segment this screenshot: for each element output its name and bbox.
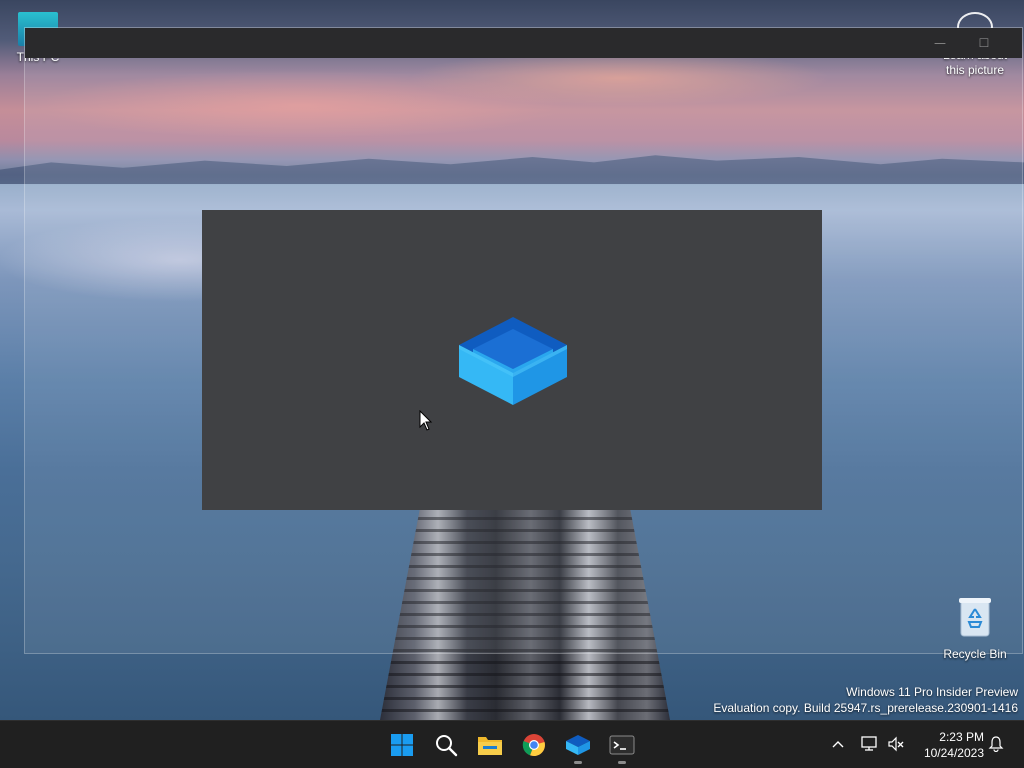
search-icon (436, 735, 458, 757)
maximize-button[interactable]: ☐ (974, 33, 994, 53)
clock-time: 2:23 PM (939, 730, 984, 744)
desktop-icon-recycle-bin[interactable]: Recycle Bin (938, 596, 1012, 661)
terminal-icon (609, 735, 635, 755)
start-button[interactable] (386, 729, 418, 761)
running-indicator (618, 761, 626, 764)
bell-icon (988, 736, 1004, 752)
network-button[interactable] (860, 733, 880, 755)
box-app-button[interactable] (562, 729, 594, 764)
search-button[interactable] (430, 729, 462, 761)
recycle-bin-icon (959, 598, 991, 637)
watermark-build: Evaluation copy. Build 25947.rs_prerelea… (713, 701, 1018, 715)
file-explorer-icon (478, 737, 502, 755)
running-indicator (574, 761, 582, 764)
taskbar: 2:23 PM 10/24/2023 (0, 720, 1024, 768)
chrome-button[interactable] (518, 729, 550, 761)
mouse-cursor-icon (419, 410, 433, 431)
splash-screen (202, 210, 822, 510)
volume-muted-icon (888, 736, 904, 752)
window-titlebar[interactable]: — ☐ (25, 28, 1022, 58)
chevron-up-icon (832, 741, 844, 748)
minimize-button[interactable]: — (930, 33, 950, 53)
taskbar-clock[interactable]: 2:23 PM 10/24/2023 (924, 729, 984, 761)
network-icon (861, 736, 877, 751)
start-icon (391, 734, 413, 756)
box-app-icon (566, 735, 590, 755)
watermark-edition: Windows 11 Pro Insider Preview (846, 685, 1018, 699)
clock-date: 10/24/2023 (923, 746, 984, 760)
desktop-icon-label: Recycle Bin (943, 647, 1007, 661)
file-explorer-button[interactable] (474, 729, 506, 761)
show-hidden-icons-button[interactable] (828, 733, 848, 755)
windows-watermark: Windows 11 Pro Insider Preview Evaluatio… (713, 684, 1018, 716)
box-app-logo-icon (459, 317, 567, 405)
volume-button[interactable] (886, 733, 906, 755)
notifications-button[interactable] (986, 733, 1006, 755)
chrome-icon (522, 734, 545, 757)
terminal-button[interactable] (606, 729, 638, 764)
